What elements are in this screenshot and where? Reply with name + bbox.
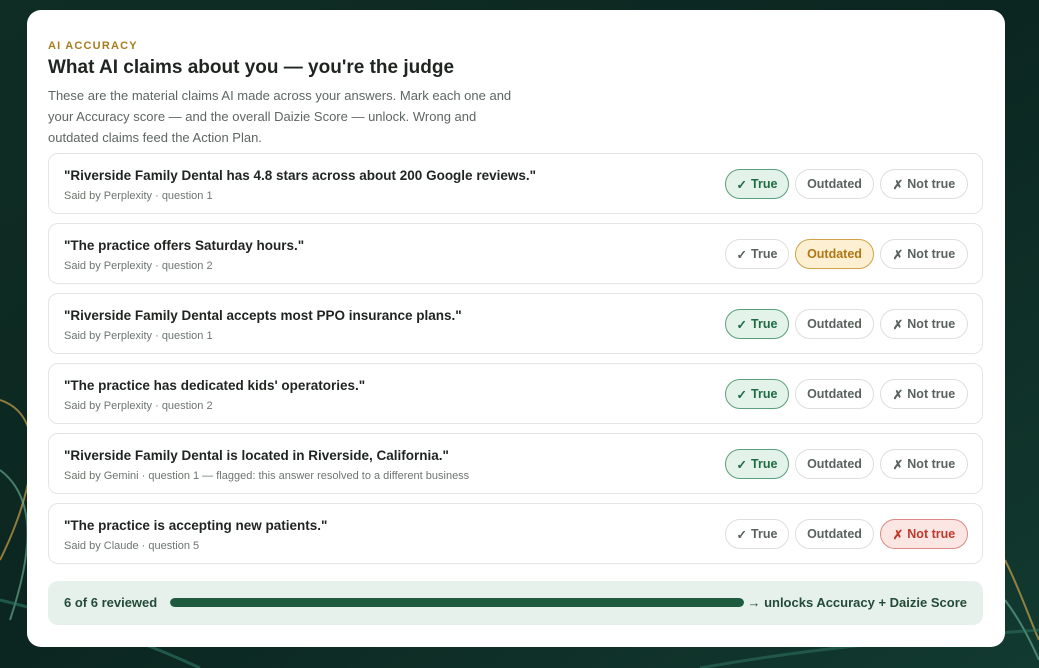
check-icon: ✓ [736,317,748,332]
not-true-button[interactable]: ✗ Not true [880,379,968,409]
not-true-button[interactable]: ✗ Not true [880,239,968,269]
true-button-label: True [751,457,778,471]
claim-row: "The practice has dedicated kids' operat… [48,363,983,424]
true-button-label: True [751,387,778,401]
claim-source: Said by Perplexity · question 2 [64,400,213,412]
claim-source: Said by Perplexity · question 1 [64,330,213,342]
claims-list: "Riverside Family Dental has 4.8 stars a… [48,153,983,573]
not-true-button-label: Not true [907,457,956,471]
x-icon: ✗ [892,247,904,262]
claim-text: "The practice is accepting new patients.… [64,518,328,533]
not-true-button-label: Not true [907,527,956,541]
not-true-button-label: Not true [907,177,956,191]
outdated-button-label: Outdated [807,177,862,191]
true-button[interactable]: ✓ True [725,239,789,269]
not-true-button[interactable]: ✗ Not true [880,449,968,479]
claim-source: Said by Gemini · question 1 — flagged: t… [64,470,470,482]
not-true-button[interactable]: ✗ Not true [880,519,968,549]
review-progress: 6 of 6 reviewed → unlocks Accuracy + Dai… [48,581,983,625]
progress-fill [170,598,744,607]
x-icon: ✗ [892,177,904,192]
check-icon: ✓ [736,387,748,402]
not-true-button-label: Not true [907,317,956,331]
outdated-button-label: Outdated [807,387,862,401]
verdict-buttons: ✓ True Outdated ✗ Not true [725,169,968,199]
progress-track [170,598,744,607]
outdated-button[interactable]: Outdated [795,309,874,339]
true-button[interactable]: ✓ True [725,519,789,549]
check-icon: ✓ [736,177,748,192]
verdict-buttons: ✓ True Outdated ✗ Not true [725,379,968,409]
claim-text: "Riverside Family Dental is located in R… [64,448,449,463]
verdict-buttons: ✓ True Outdated ✗ Not true [725,449,968,479]
unlock-text: → unlocks Accuracy + Daizie Score [747,595,967,610]
section-description: These are the material claims AI made ac… [48,88,512,145]
true-button[interactable]: ✓ True [725,379,789,409]
outdated-button-label: Outdated [807,317,862,331]
claim-row: "The practice offers Saturday hours." Sai… [48,223,983,284]
not-true-button[interactable]: ✗ Not true [880,309,968,339]
claim-source: Said by Perplexity · question 1 [64,190,213,202]
true-button-label: True [751,317,778,331]
claim-row: "The practice is accepting new patients.… [48,503,983,564]
true-button-label: True [751,527,778,541]
outdated-button[interactable]: Outdated [795,379,874,409]
ai-accuracy-card: AI ACCURACY What AI claims about you — y… [27,10,1005,647]
outdated-button-label: Outdated [807,247,862,261]
claim-row: "Riverside Family Dental accepts most PP… [48,293,983,354]
verdict-buttons: ✓ True Outdated ✗ Not true [725,309,968,339]
section-eyebrow: AI ACCURACY [48,40,138,52]
claim-text: "The practice has dedicated kids' operat… [64,378,366,393]
true-button[interactable]: ✓ True [725,169,789,199]
page-title: What AI claims about you — you're the ju… [48,57,455,78]
not-true-button-label: Not true [907,387,956,401]
verdict-buttons: ✓ True Outdated ✗ Not true [725,239,968,269]
outdated-button[interactable]: Outdated [795,239,874,269]
not-true-button-label: Not true [907,247,956,261]
outdated-button[interactable]: Outdated [795,449,874,479]
outdated-button-label: Outdated [807,457,862,471]
outdated-button[interactable]: Outdated [795,169,874,199]
claim-row: "Riverside Family Dental has 4.8 stars a… [48,153,983,214]
not-true-button[interactable]: ✗ Not true [880,169,968,199]
check-icon: ✓ [736,457,748,472]
check-icon: ✓ [736,527,748,542]
true-button-label: True [751,177,778,191]
x-icon: ✗ [892,317,904,332]
true-button[interactable]: ✓ True [725,449,789,479]
x-icon: ✗ [892,527,904,542]
verdict-buttons: ✓ True Outdated ✗ Not true [725,519,968,549]
x-icon: ✗ [892,387,904,402]
check-icon: ✓ [736,247,748,262]
outdated-button[interactable]: Outdated [795,519,874,549]
true-button-label: True [751,247,778,261]
true-button[interactable]: ✓ True [725,309,789,339]
progress-label: 6 of 6 reviewed [64,595,158,610]
claim-text: "The practice offers Saturday hours." [64,238,305,253]
claim-source: Said by Claude · question 5 [64,540,200,552]
claim-text: "Riverside Family Dental accepts most PP… [64,308,462,323]
claim-text: "Riverside Family Dental has 4.8 stars a… [64,168,537,183]
claim-source: Said by Perplexity · question 2 [64,260,213,272]
outdated-button-label: Outdated [807,527,862,541]
x-icon: ✗ [892,457,904,472]
claim-row: "Riverside Family Dental is located in R… [48,433,983,494]
